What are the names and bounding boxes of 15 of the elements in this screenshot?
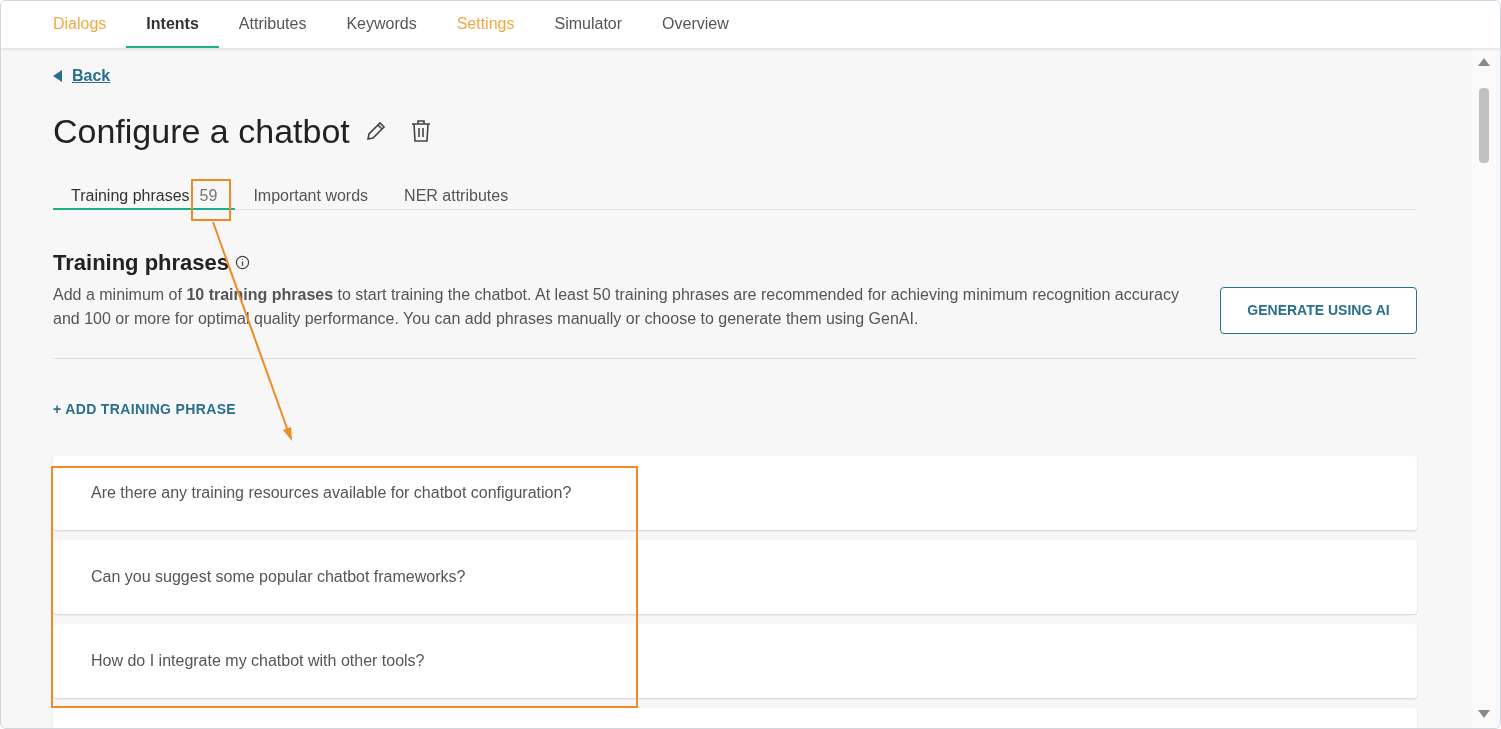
section-tab[interactable]: Important words [235, 184, 387, 210]
phrase-card[interactable]: Can you suggest some popular chatbot frameworks? [53, 540, 1417, 614]
page-title: Configure a chatbot [53, 114, 350, 148]
nav-tab[interactable]: Overview [642, 1, 749, 48]
section-tab[interactable]: Training phrases 59 [53, 184, 236, 210]
nav-tab[interactable]: Simulator [534, 1, 643, 48]
section-heading: Training phrases [53, 249, 230, 277]
phrase-card[interactable]: How do I integrate my chatbot with other tools? [53, 624, 1417, 698]
add-training-phrase-button[interactable]: + ADD TRAINING PHRASE [53, 399, 236, 420]
back-link[interactable]: Back [53, 64, 111, 88]
nav-tab[interactable]: Attributes [218, 1, 327, 48]
nav-tab[interactable]: Keywords [326, 1, 437, 48]
section-tab[interactable]: NER attributes [386, 184, 527, 210]
generate-button[interactable]: GENERATE USING AI [1220, 287, 1417, 334]
phrase-card[interactable]: Are there any training resources available for chatbot configuration? [53, 456, 1417, 530]
